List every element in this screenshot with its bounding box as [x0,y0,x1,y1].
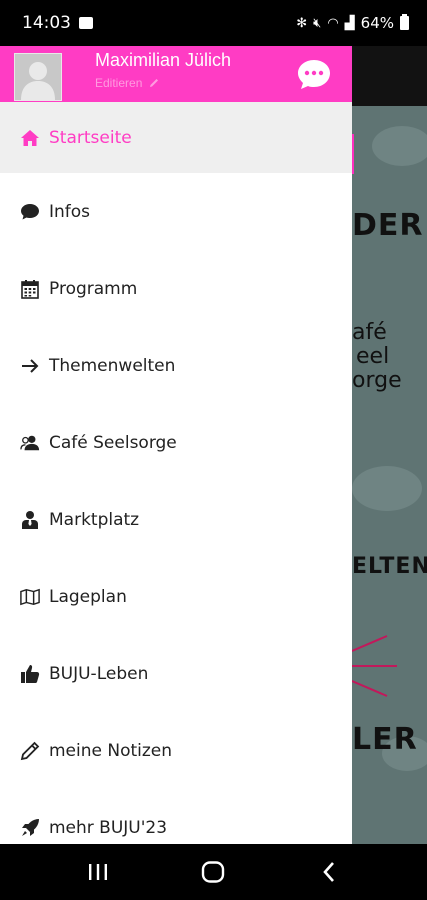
background-text: orge [352,368,402,393]
menu-item-startseite[interactable]: Startseite [0,102,352,173]
background-text: ELTEN [352,554,427,579]
menu-item-label: Infos [49,201,91,222]
person-tie-icon [20,510,40,530]
users-icon [20,433,40,453]
menu-list: Startseite Infos Programm Themenwelten C… [0,102,352,844]
gallery-icon [79,17,93,29]
status-time: 14:03 [22,13,71,33]
home-icon [20,128,40,148]
navigation-drawer: Maximilian Jülich Editieren Startseite I… [0,46,352,844]
menu-item-mehr-buju23[interactable]: mehr BUJU'23 [0,789,352,844]
system-nav-bar [0,844,427,900]
home-button-icon[interactable] [193,852,233,892]
menu-item-meine-notizen[interactable]: meine Notizen [0,712,352,789]
menu-item-label: Themenwelten [49,355,176,376]
avatar[interactable] [14,53,62,101]
speech-bubble-icon [20,202,40,222]
menu-item-marktplatz[interactable]: Marktplatz [0,481,352,558]
edit-profile-link[interactable]: Editieren [95,76,160,90]
menu-item-label: Programm [49,278,138,299]
mute-icon: 🔇︎ [313,15,322,31]
bluetooth-icon: ✻ [296,15,308,31]
pencil-icon [150,79,159,87]
menu-item-label: BUJU-Leben [49,663,149,684]
battery-percentage: 64% [360,14,394,32]
arrow-right-icon [20,356,40,376]
menu-item-programm[interactable]: Programm [0,250,352,327]
user-placeholder-icon [15,54,61,100]
menu-item-themenwelten[interactable]: Themenwelten [0,327,352,404]
signal-icon: ▟ [344,15,355,31]
drawer-header: Maximilian Jülich Editieren [0,46,352,102]
wifi-icon: ◠ [327,15,339,31]
menu-item-label: mehr BUJU'23 [49,817,168,838]
user-name: Maximilian Jülich [95,50,232,70]
background-text: eel [356,344,390,369]
pencil-icon [20,741,40,761]
calendar-icon [20,279,40,299]
status-bar: 14:03 ✻ 🔇︎ ◠ ▟ 64% [0,0,427,46]
menu-item-lageplan[interactable]: Lageplan [0,558,352,635]
background-cafe-text: afé eel orge [352,321,402,393]
menu-item-label: Marktplatz [49,509,140,530]
menu-item-infos[interactable]: Infos [0,173,352,250]
rocket-icon [20,818,40,838]
menu-item-label: meine Notizen [49,740,173,761]
background-text: LER [352,722,418,757]
back-icon[interactable] [309,852,349,892]
map-icon [20,587,40,607]
background-app-topbar [352,46,427,106]
background-accent-line [352,134,354,174]
edit-label: Editieren [95,76,143,90]
battery-icon [400,14,409,30]
menu-item-label: Startseite [49,127,132,148]
menu-item-cafe-seelsorge[interactable]: Café Seelsorge [0,404,352,481]
chat-icon[interactable] [296,56,332,92]
cloud-shape [372,126,427,166]
background-app[interactable]: DER afé eel orge ELTEN LER [352,46,427,844]
background-text: DER [352,208,424,243]
menu-item-label: Café Seelsorge [49,432,177,453]
menu-item-buju-leben[interactable]: BUJU-Leben [0,635,352,712]
decorative-rays [352,635,397,697]
recent-apps-icon[interactable] [78,852,118,892]
menu-item-label: Lageplan [49,586,127,607]
background-text: afé [352,320,387,345]
thumbs-up-icon [20,664,40,684]
cloud-shape [352,466,422,511]
